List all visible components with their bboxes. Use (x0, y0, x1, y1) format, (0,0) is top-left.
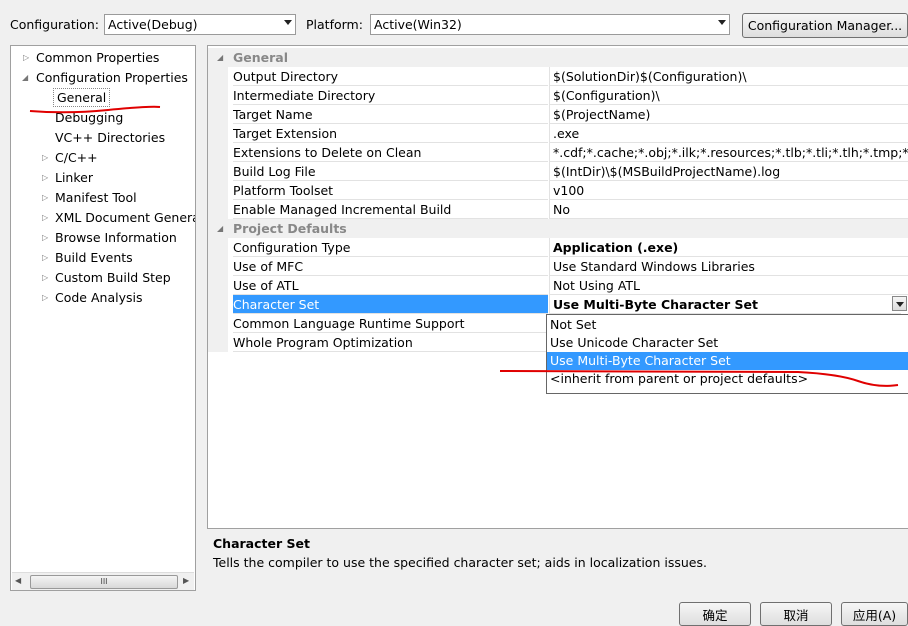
category-general-label: General (233, 50, 288, 65)
configuration-combo[interactable]: Active(Debug) (104, 14, 296, 35)
collapse-arrow-icon[interactable]: ◢ (217, 219, 223, 238)
expand-arrow-icon[interactable]: ▷ (42, 273, 48, 282)
property-name: Platform Toolset (233, 181, 548, 200)
expand-arrow-icon[interactable]: ▷ (42, 293, 48, 302)
configuration-label: Configuration: (10, 17, 99, 32)
tree-item-build-events[interactable]: Build Events (55, 248, 133, 267)
tree-item-xml-document-generator[interactable]: XML Document Generat (55, 208, 195, 227)
scroll-right-icon[interactable]: ▶ (183, 576, 189, 585)
expand-arrow-icon[interactable]: ▷ (23, 53, 29, 62)
property-name: Build Log File (233, 162, 548, 181)
red-underline-annotation (29, 105, 161, 114)
expand-arrow-icon[interactable]: ▷ (42, 193, 48, 202)
ok-button[interactable]: 确定 (679, 602, 751, 626)
property-row[interactable]: Target Extension .exe (208, 124, 908, 143)
property-value[interactable]: Not Using ATL (549, 276, 908, 295)
chevron-down-icon (896, 302, 904, 307)
option-not-set[interactable]: Not Set (547, 316, 908, 334)
dropdown-button[interactable] (892, 296, 907, 311)
description-text: Tells the compiler to use the specified … (213, 555, 707, 570)
expand-arrow-icon[interactable]: ▷ (42, 253, 48, 262)
expand-arrow-icon[interactable]: ▷ (42, 233, 48, 242)
property-row[interactable]: Use of ATL Not Using ATL (208, 276, 908, 295)
property-row[interactable]: Target Name $(ProjectName) (208, 105, 908, 124)
property-value[interactable]: $(Configuration)\ (549, 86, 908, 105)
property-name: Use of ATL (233, 276, 548, 295)
expand-arrow-icon[interactable]: ▷ (42, 173, 48, 182)
category-project-defaults[interactable]: ◢ Project Defaults (208, 219, 908, 238)
collapse-arrow-icon[interactable]: ◢ (217, 48, 223, 67)
tree-item-linker[interactable]: Linker (55, 168, 93, 187)
property-name: Intermediate Directory (233, 86, 548, 105)
property-row[interactable]: Enable Managed Incremental Build No (208, 200, 908, 219)
apply-button[interactable]: 应用(A) (841, 602, 908, 626)
tree-horizontal-scrollbar[interactable]: ◀ III ▶ (12, 572, 194, 590)
tree-item-configuration-properties[interactable]: Configuration Properties (36, 68, 188, 87)
property-row[interactable]: Output Directory $(SolutionDir)$(Configur… (208, 67, 908, 86)
expand-arrow-icon[interactable]: ▷ (42, 213, 48, 222)
property-name: Whole Program Optimization (233, 333, 548, 352)
property-name: Output Directory (233, 67, 548, 86)
property-name: Use of MFC (233, 257, 548, 276)
property-value[interactable]: *.cdf;*.cache;*.obj;*.ilk;*.resources;*.… (549, 143, 908, 162)
tree-item-vc-directories[interactable]: VC++ Directories (55, 128, 165, 147)
property-name: Target Extension (233, 124, 548, 143)
property-value[interactable]: $(ProjectName) (549, 105, 908, 124)
option-unicode[interactable]: Use Unicode Character Set (547, 334, 908, 352)
property-row[interactable]: Use of MFC Use Standard Windows Libraries (208, 257, 908, 276)
configuration-value: Active(Debug) (108, 17, 198, 32)
red-underline-annotation (499, 370, 899, 387)
tree-item-browse-information[interactable]: Browse Information (55, 228, 177, 247)
property-name: Target Name (233, 105, 548, 124)
tree-item-custom-build-step[interactable]: Custom Build Step (55, 268, 171, 287)
property-value[interactable]: No (549, 200, 908, 219)
property-row[interactable]: Configuration Type Application (.exe) (208, 238, 908, 257)
property-row[interactable]: Extensions to Delete on Clean *.cdf;*.cac… (208, 143, 908, 162)
property-name: Enable Managed Incremental Build (233, 200, 548, 219)
tree-item-common-properties[interactable]: Common Properties (36, 48, 159, 67)
property-value[interactable]: $(SolutionDir)$(Configuration)\ (549, 67, 908, 86)
tree-item-cpp[interactable]: C/C++ (55, 148, 98, 167)
description-pane: Character Set Tells the compiler to use … (207, 528, 908, 592)
platform-value: Active(Win32) (374, 17, 462, 32)
property-value[interactable]: v100 (549, 181, 908, 200)
property-row-character-set[interactable]: Character Set Use Multi-Byte Character S… (208, 295, 908, 314)
property-row[interactable]: Build Log File $(IntDir)\$(MSBuildProject… (208, 162, 908, 181)
category-project-defaults-label: Project Defaults (233, 221, 347, 236)
property-row[interactable]: Platform Toolset v100 (208, 181, 908, 200)
character-set-combo[interactable]: Use Multi-Byte Character Set (549, 295, 901, 314)
collapse-arrow-icon[interactable]: ◢ (22, 73, 28, 82)
property-value[interactable]: Application (.exe) (549, 238, 908, 257)
property-value[interactable]: $(IntDir)\$(MSBuildProjectName).log (549, 162, 908, 181)
tree-item-code-analysis[interactable]: Code Analysis (55, 288, 142, 307)
platform-label: Platform: (306, 17, 363, 32)
property-name: Configuration Type (233, 238, 548, 257)
configuration-manager-button[interactable]: Configuration Manager... (742, 13, 908, 38)
cancel-button[interactable]: 取消 (760, 602, 832, 626)
chevron-down-icon (718, 20, 726, 25)
property-row[interactable]: Intermediate Directory $(Configuration)\ (208, 86, 908, 105)
category-general[interactable]: ◢ General (208, 48, 908, 67)
property-name: Common Language Runtime Support (233, 314, 548, 333)
property-name: Extensions to Delete on Clean (233, 143, 548, 162)
scroll-thumb[interactable]: III (30, 575, 178, 589)
expand-arrow-icon[interactable]: ▷ (42, 153, 48, 162)
description-title: Character Set (213, 536, 310, 551)
scroll-left-icon[interactable]: ◀ (15, 576, 21, 585)
property-name: Character Set (233, 295, 548, 314)
property-value[interactable]: .exe (549, 124, 908, 143)
tree-item-manifest-tool[interactable]: Manifest Tool (55, 188, 137, 207)
chevron-down-icon (284, 20, 292, 25)
property-tree: ▷ Common Properties ◢ Configuration Prop… (10, 45, 196, 591)
property-value[interactable]: Use Standard Windows Libraries (549, 257, 908, 276)
platform-combo[interactable]: Active(Win32) (370, 14, 730, 35)
